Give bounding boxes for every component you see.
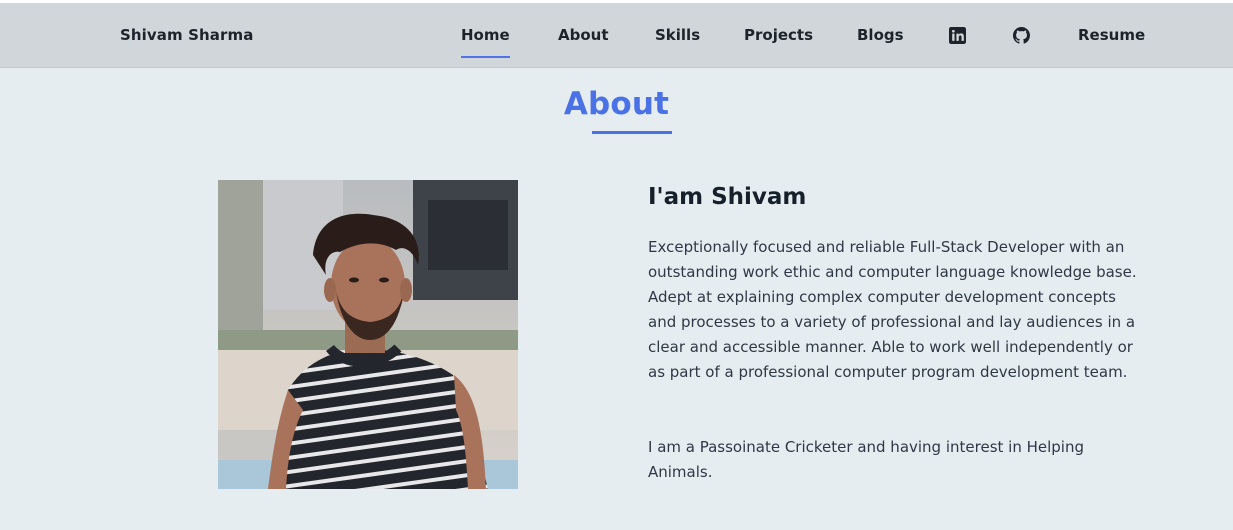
brand-name[interactable]: Shivam Sharma <box>120 3 253 68</box>
title-underline <box>592 131 672 134</box>
nav-link-projects[interactable]: Projects <box>744 3 813 68</box>
profile-photo <box>218 180 518 489</box>
nav-link-home[interactable]: Home <box>461 3 510 68</box>
about-paragraph: I am a Passoinate Cricketer and having i… <box>648 438 1084 481</box>
nav-link-about[interactable]: About <box>558 3 609 68</box>
about-paragraph: Exceptionally focused and reliable Full-… <box>648 238 1137 381</box>
nav-link-skills[interactable]: Skills <box>655 3 700 68</box>
navbar: Shivam Sharma Home About Skills Projects… <box>0 3 1233 68</box>
resume-link[interactable]: Resume <box>1078 3 1145 68</box>
github-icon[interactable] <box>1013 27 1030 44</box>
nav-link-blogs[interactable]: Blogs <box>857 3 904 68</box>
about-heading: I'am Shivam <box>648 184 807 210</box>
section-title: About <box>563 86 670 122</box>
linkedin-icon[interactable] <box>949 27 966 44</box>
